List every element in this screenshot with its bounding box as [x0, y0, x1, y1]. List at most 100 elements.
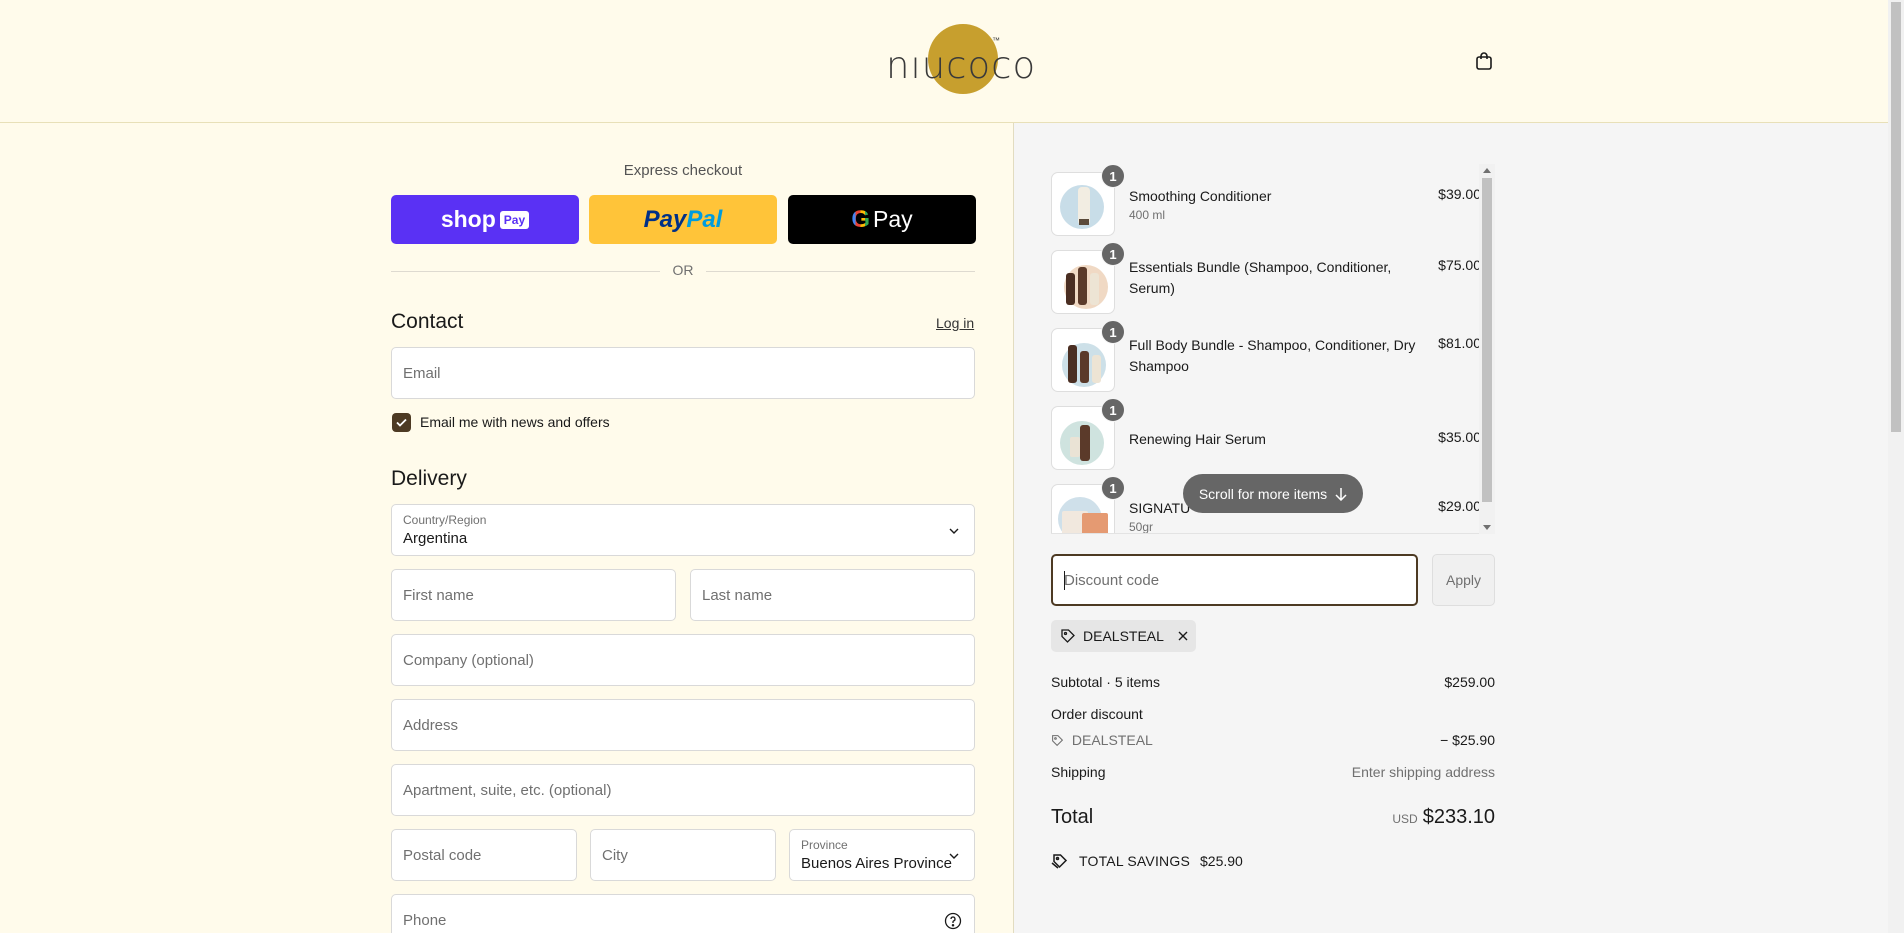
item-variant: 50gr	[1129, 520, 1154, 534]
first-name-placeholder: First name	[403, 587, 474, 604]
google-pay-label: Pay	[873, 206, 913, 232]
newsletter-label: Email me with news and offers	[420, 414, 610, 430]
google-g-icon: G	[851, 205, 871, 233]
shop-pay-button[interactable]: shop Pay	[391, 195, 579, 244]
item-price: $81.00	[1438, 335, 1481, 351]
logo-trademark: ™	[992, 36, 1000, 45]
company-placeholder: Company (optional)	[403, 652, 534, 669]
total-label: Total	[1051, 806, 1094, 828]
list-item: 1 Full Body Bundle - Shampoo, Conditione…	[1051, 320, 1481, 394]
scroll-down-arrow-icon[interactable]	[1483, 525, 1491, 530]
country-value: Argentina	[403, 530, 468, 547]
item-price: $29.00	[1438, 498, 1481, 514]
address-field[interactable]: Address	[391, 699, 975, 751]
postal-code-placeholder: Postal code	[403, 847, 482, 864]
scrollbar-thumb[interactable]	[1482, 178, 1492, 502]
savings-label: TOTAL SAVINGS	[1079, 853, 1190, 869]
newsletter-checkbox[interactable]	[392, 413, 411, 432]
scroll-for-more-button[interactable]: Scroll for more items	[1183, 474, 1363, 513]
site-header: nıucoco ™	[0, 0, 1888, 123]
discount-code-label: DEALSTEAL	[1071, 732, 1153, 748]
total-row: Total USD $233.10	[1051, 806, 1495, 829]
subtotal-row: Subtotal · 5 items $259.00	[1051, 674, 1495, 690]
last-name-placeholder: Last name	[702, 587, 773, 604]
help-circle-icon[interactable]	[944, 912, 962, 930]
city-field[interactable]: City	[590, 829, 776, 881]
items-scrollbar[interactable]	[1479, 164, 1495, 534]
apartment-field[interactable]: Apartment, suite, etc. (optional)	[391, 764, 975, 816]
discount-code-row: DEALSTEAL − $25.90	[1051, 732, 1495, 748]
paypal-wordmark-a: Pay	[643, 205, 687, 233]
list-item: 1 Renewing Hair Serum $35.00	[1051, 398, 1481, 472]
city-placeholder: City	[602, 847, 628, 864]
total-savings: TOTAL SAVINGS $25.90	[1051, 853, 1243, 869]
paypal-wordmark-b: Pal	[686, 205, 723, 233]
logo-wordmark: nıucoco	[886, 44, 1037, 87]
apply-discount-button[interactable]: Apply	[1432, 554, 1495, 606]
tags-icon	[1051, 854, 1068, 869]
country-select[interactable]: Country/Region Argentina	[391, 504, 975, 556]
or-divider: OR	[391, 262, 975, 280]
shipping-row: Shipping Enter shipping address	[1051, 764, 1495, 780]
quantity-badge: 1	[1101, 320, 1125, 344]
item-name: Smoothing Conditioner	[1129, 188, 1272, 204]
address-placeholder: Address	[403, 717, 459, 734]
item-name: Essentials Bundle (Shampoo, Conditioner,…	[1129, 259, 1392, 296]
page-scrollbar[interactable]	[1888, 0, 1904, 933]
phone-field[interactable]: Phone	[391, 894, 975, 933]
niucoco-logo[interactable]: nıucoco ™	[886, 22, 1035, 98]
close-icon[interactable]	[1177, 630, 1189, 642]
discount-code-placeholder: Discount code	[1064, 572, 1160, 589]
currency-code: USD	[1392, 812, 1418, 826]
province-label: Province	[801, 838, 848, 852]
shop-pay-badge: Pay	[499, 210, 530, 229]
shopping-bag-icon[interactable]	[1474, 51, 1494, 71]
discount-amount: − $25.90	[1440, 732, 1495, 748]
last-name-field[interactable]: Last name	[690, 569, 975, 621]
email-field[interactable]: Email	[391, 347, 975, 399]
item-name: Renewing Hair Serum	[1129, 431, 1266, 447]
quantity-badge: 1	[1101, 242, 1125, 266]
shipping-label: Shipping	[1051, 764, 1106, 780]
login-link[interactable]: Log in	[936, 315, 974, 331]
subtotal-label: Subtotal · 5 items	[1051, 674, 1160, 690]
province-select[interactable]: Province Buenos Aires Province	[789, 829, 975, 881]
google-pay-button[interactable]: G Pay	[788, 195, 976, 244]
applied-discount-tag: DEALSTEAL	[1051, 620, 1196, 652]
quantity-badge: 1	[1101, 164, 1125, 188]
arrow-down-icon	[1335, 487, 1347, 501]
list-item: 1 Smoothing Conditioner 400 ml $39.00	[1051, 164, 1481, 238]
express-checkout-title: Express checkout	[623, 162, 743, 179]
item-price: $75.00	[1438, 257, 1481, 273]
paypal-button[interactable]: Pay Pal	[589, 195, 777, 244]
company-field[interactable]: Company (optional)	[391, 634, 975, 686]
checkmark-icon	[396, 418, 407, 427]
chevron-down-icon	[949, 528, 959, 534]
list-item: 1 Essentials Bundle (Shampoo, Conditione…	[1051, 242, 1481, 316]
contact-heading: Contact	[391, 310, 464, 333]
item-price: $35.00	[1438, 429, 1481, 445]
delivery-heading: Delivery	[391, 467, 467, 490]
first-name-field[interactable]: First name	[391, 569, 676, 621]
order-discount-row: Order discount	[1051, 706, 1495, 722]
chevron-down-icon	[949, 853, 959, 859]
item-name: Full Body Bundle - Shampoo, Conditioner,…	[1129, 337, 1416, 374]
total-value: $233.10	[1422, 806, 1495, 828]
province-value: Buenos Aires Province	[801, 855, 952, 872]
phone-placeholder: Phone	[403, 912, 447, 929]
discount-code-input[interactable]: Discount code	[1051, 554, 1418, 606]
item-variant: 400 ml	[1129, 208, 1166, 222]
item-price: $39.00	[1438, 186, 1481, 202]
discount-tag-label: DEALSTEAL	[1083, 628, 1164, 644]
email-placeholder: Email	[403, 365, 441, 382]
or-label: OR	[660, 262, 706, 278]
shop-pay-wordmark: shop	[440, 206, 496, 232]
scroll-for-more-label: Scroll for more items	[1198, 485, 1328, 502]
apartment-placeholder: Apartment, suite, etc. (optional)	[403, 782, 612, 799]
quantity-badge: 1	[1101, 398, 1125, 422]
page-scrollbar-thumb[interactable]	[1891, 2, 1901, 432]
scroll-up-arrow-icon[interactable]	[1483, 168, 1491, 173]
shipping-value: Enter shipping address	[1351, 764, 1495, 780]
postal-code-field[interactable]: Postal code	[391, 829, 577, 881]
savings-value: $25.90	[1200, 853, 1243, 869]
